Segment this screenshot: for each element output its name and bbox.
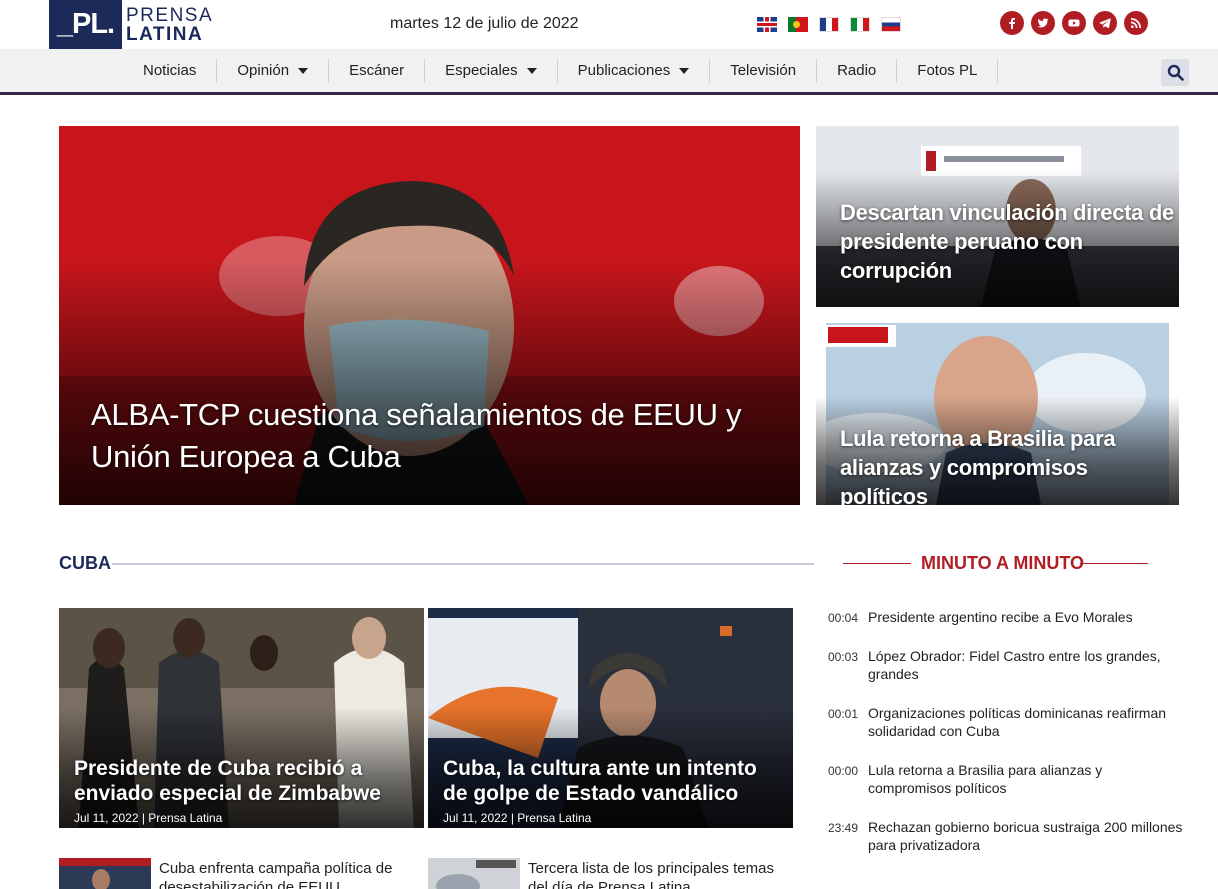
item-time: 00:04 <box>828 611 859 625</box>
cuba-card-meta-2: Jul 11, 2022 | Prensa Latina <box>443 811 592 825</box>
hero-main-story[interactable]: ALBA-TCP cuestiona señalamientos de EEUU… <box>59 126 800 505</box>
cuba-mini-item-1[interactable]: Cuba enfrenta campaña política de desest… <box>59 858 419 889</box>
rss-icon[interactable] <box>1124 11 1148 35</box>
current-date: martes 12 de julio de 2022 <box>390 15 579 32</box>
minuto-line-left <box>843 563 911 564</box>
main-navigation: Noticias Opinión Escáner Especiales Publ… <box>0 49 1218 95</box>
prensa-latina-logo[interactable]: _PL. PRENSA LATINA <box>49 0 213 49</box>
mini-thumbnail-1 <box>59 858 151 889</box>
hero-side-story-1[interactable]: Descartan vinculación directa de preside… <box>816 126 1179 307</box>
flag-french-icon[interactable] <box>819 17 839 32</box>
language-selector <box>757 17 901 32</box>
nav-item-publicaciones[interactable]: Publicaciones <box>558 58 711 83</box>
nav-label: Especiales <box>445 61 518 79</box>
nav-item-fotos-pl[interactable]: Fotos PL <box>897 58 999 83</box>
item-headline[interactable]: Organizaciones políticas dominicanas rea… <box>868 704 1188 740</box>
caret-down-icon <box>526 67 537 74</box>
nav-item-escaner[interactable]: Escáner <box>329 58 426 83</box>
item-time: 00:00 <box>828 764 859 778</box>
nav-item-opinion[interactable]: Opinión <box>217 58 330 83</box>
search-icon <box>1167 64 1184 81</box>
hero-side-headline-1[interactable]: Descartan vinculación directa de preside… <box>840 198 1175 285</box>
top-bar: _PL. PRENSA LATINA martes 12 de julio de… <box>0 0 1218 49</box>
nav-label: Fotos PL <box>917 61 978 79</box>
item-headline[interactable]: Presidente argentino recibe a Evo Morale… <box>868 608 1188 626</box>
search-button[interactable] <box>1161 59 1189 86</box>
nav-menu: Noticias Opinión Escáner Especiales Publ… <box>123 49 999 92</box>
logo-line-1: PRENSA <box>126 4 214 26</box>
nav-label: Publicaciones <box>577 61 671 79</box>
item-time: 23:49 <box>828 821 859 835</box>
list-item[interactable]: 00:03 López Obrador: Fidel Castro entre … <box>828 647 1198 683</box>
section-divider <box>112 563 814 565</box>
item-headline[interactable]: Rechazan gobierno boricua sustraiga 200 … <box>868 818 1188 854</box>
caret-down-icon <box>679 67 690 74</box>
flag-russian-icon[interactable] <box>881 17 901 32</box>
logo-line-2: LATINA <box>126 23 204 45</box>
cuba-card-title-2[interactable]: Cuba, la cultura ante un intento de golp… <box>443 756 783 806</box>
minuto-line-right <box>1080 563 1148 564</box>
list-item[interactable]: 23:49 Rechazan gobierno boricua sustraig… <box>828 818 1198 854</box>
list-item[interactable]: 00:04 Presidente argentino recibe a Evo … <box>828 608 1198 626</box>
nav-item-television[interactable]: Televisión <box>710 58 818 83</box>
nav-label: Radio <box>837 61 877 79</box>
flag-italian-icon[interactable] <box>850 17 870 32</box>
list-item[interactable]: 00:00 Lula retorna a Brasilia para alian… <box>828 761 1198 797</box>
cuba-card-2[interactable]: Cuba, la cultura ante un intento de golp… <box>428 608 793 828</box>
mini-headline-1[interactable]: Cuba enfrenta campaña política de desest… <box>159 859 419 889</box>
list-item[interactable]: 00:01 Organizaciones políticas dominican… <box>828 704 1198 740</box>
flag-english-icon[interactable] <box>757 17 777 32</box>
flag-portuguese-icon[interactable] <box>788 17 808 32</box>
item-time: 00:01 <box>828 707 859 721</box>
youtube-icon[interactable] <box>1062 11 1086 35</box>
nav-item-noticias[interactable]: Noticias <box>123 58 218 83</box>
mini-headline-2[interactable]: Tercera lista de los principales temas d… <box>528 859 788 889</box>
item-headline[interactable]: López Obrador: Fidel Castro entre los gr… <box>868 647 1188 683</box>
minuto-a-minuto-heading[interactable]: MINUTO A MINUTO <box>921 553 1084 574</box>
cuba-section-heading[interactable]: CUBA <box>59 553 111 574</box>
nav-label: Noticias <box>143 61 197 79</box>
hero-side-story-2[interactable]: Lula retorna a Brasilia para alianzas y … <box>816 323 1179 505</box>
hero-main-headline[interactable]: ALBA-TCP cuestiona señalamientos de EEUU… <box>91 394 796 478</box>
facebook-icon[interactable] <box>1000 11 1024 35</box>
hero-side-headline-2[interactable]: Lula retorna a Brasilia para alianzas y … <box>840 424 1175 505</box>
logo-mark: _PL. <box>49 0 122 49</box>
nav-label: Opinión <box>237 61 290 79</box>
nav-label: Televisión <box>730 61 797 79</box>
nav-item-radio[interactable]: Radio <box>817 58 898 83</box>
minuto-a-minuto-list: 00:04 Presidente argentino recibe a Evo … <box>828 608 1198 875</box>
social-links <box>1000 11 1148 35</box>
twitter-icon[interactable] <box>1031 11 1055 35</box>
logo-wordmark: PRENSA LATINA <box>126 6 213 44</box>
caret-down-icon <box>298 67 309 74</box>
cuba-mini-item-2[interactable]: Tercera lista de los principales temas d… <box>428 858 788 889</box>
logo-mark-text: _PL. <box>56 8 115 40</box>
cuba-card-title-1[interactable]: Presidente de Cuba recibió a enviado esp… <box>74 756 414 806</box>
telegram-icon[interactable] <box>1093 11 1117 35</box>
cuba-card-1[interactable]: Presidente de Cuba recibió a enviado esp… <box>59 608 424 828</box>
cuba-card-meta-1: Jul 11, 2022 | Prensa Latina <box>74 811 223 825</box>
item-headline[interactable]: Lula retorna a Brasilia para alianzas y … <box>868 761 1188 797</box>
mini-thumbnail-2 <box>428 858 520 889</box>
nav-label: Escáner <box>349 61 405 79</box>
nav-item-especiales[interactable]: Especiales <box>425 58 558 83</box>
item-time: 00:03 <box>828 650 859 664</box>
